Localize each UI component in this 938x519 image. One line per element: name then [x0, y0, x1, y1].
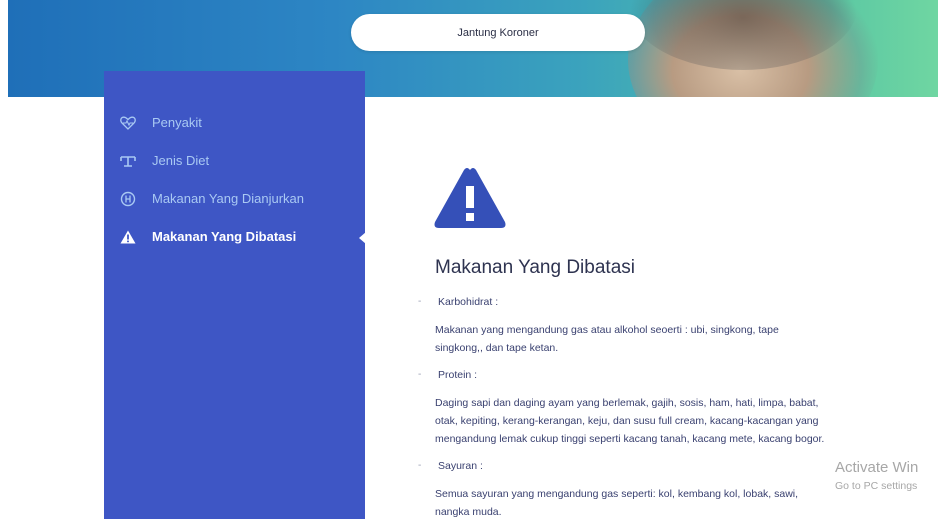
- section-heading: Protein :: [438, 369, 478, 381]
- sidebar-item-label: Makanan Yang Dianjurkan: [152, 191, 305, 206]
- sidebar-item-label: Penyakit: [152, 115, 202, 130]
- sidebar: Penyakit Jenis Diet Makanan Yang Dianjur…: [104, 71, 366, 519]
- page-title: Makanan Yang Dibatasi: [435, 257, 635, 278]
- list-bullet: -: [418, 460, 422, 471]
- sidebar-item-label: Jenis Diet: [152, 153, 210, 168]
- heartbeat-icon: [118, 113, 138, 133]
- sidebar-item-label: Makanan Yang Dibatasi: [152, 229, 297, 244]
- activation-watermark: Activate Win Go to PC settings: [835, 459, 919, 492]
- warning-icon: [118, 227, 138, 247]
- search-input[interactable]: Jantung Koroner: [351, 14, 645, 51]
- list-bullet: -: [418, 369, 422, 380]
- warning-icon: [433, 166, 507, 230]
- food-icon: [118, 189, 138, 209]
- sidebar-item-penyakit[interactable]: Penyakit: [104, 109, 365, 137]
- section-text: Daging sapi dan daging ayam yang berlema…: [435, 397, 825, 445]
- section-text: Semua sayuran yang mengandung gas sepert…: [435, 488, 799, 518]
- list-bullet: -: [418, 296, 422, 307]
- section-heading: Karbohidrat :: [438, 296, 499, 308]
- sidebar-item-jenis-diet[interactable]: Jenis Diet: [104, 147, 365, 175]
- main-content: Makanan Yang Dibatasi - Karbohidrat : Ma…: [365, 97, 938, 519]
- sidebar-item-makanan-dianjurkan[interactable]: Makanan Yang Dianjurkan: [104, 185, 365, 213]
- scale-icon: [118, 151, 138, 171]
- sidebar-item-makanan-dibatasi[interactable]: Makanan Yang Dibatasi: [104, 223, 366, 251]
- section-text: Makanan yang mengandung gas atau alkohol…: [435, 324, 779, 354]
- section-heading: Sayuran :: [438, 460, 483, 472]
